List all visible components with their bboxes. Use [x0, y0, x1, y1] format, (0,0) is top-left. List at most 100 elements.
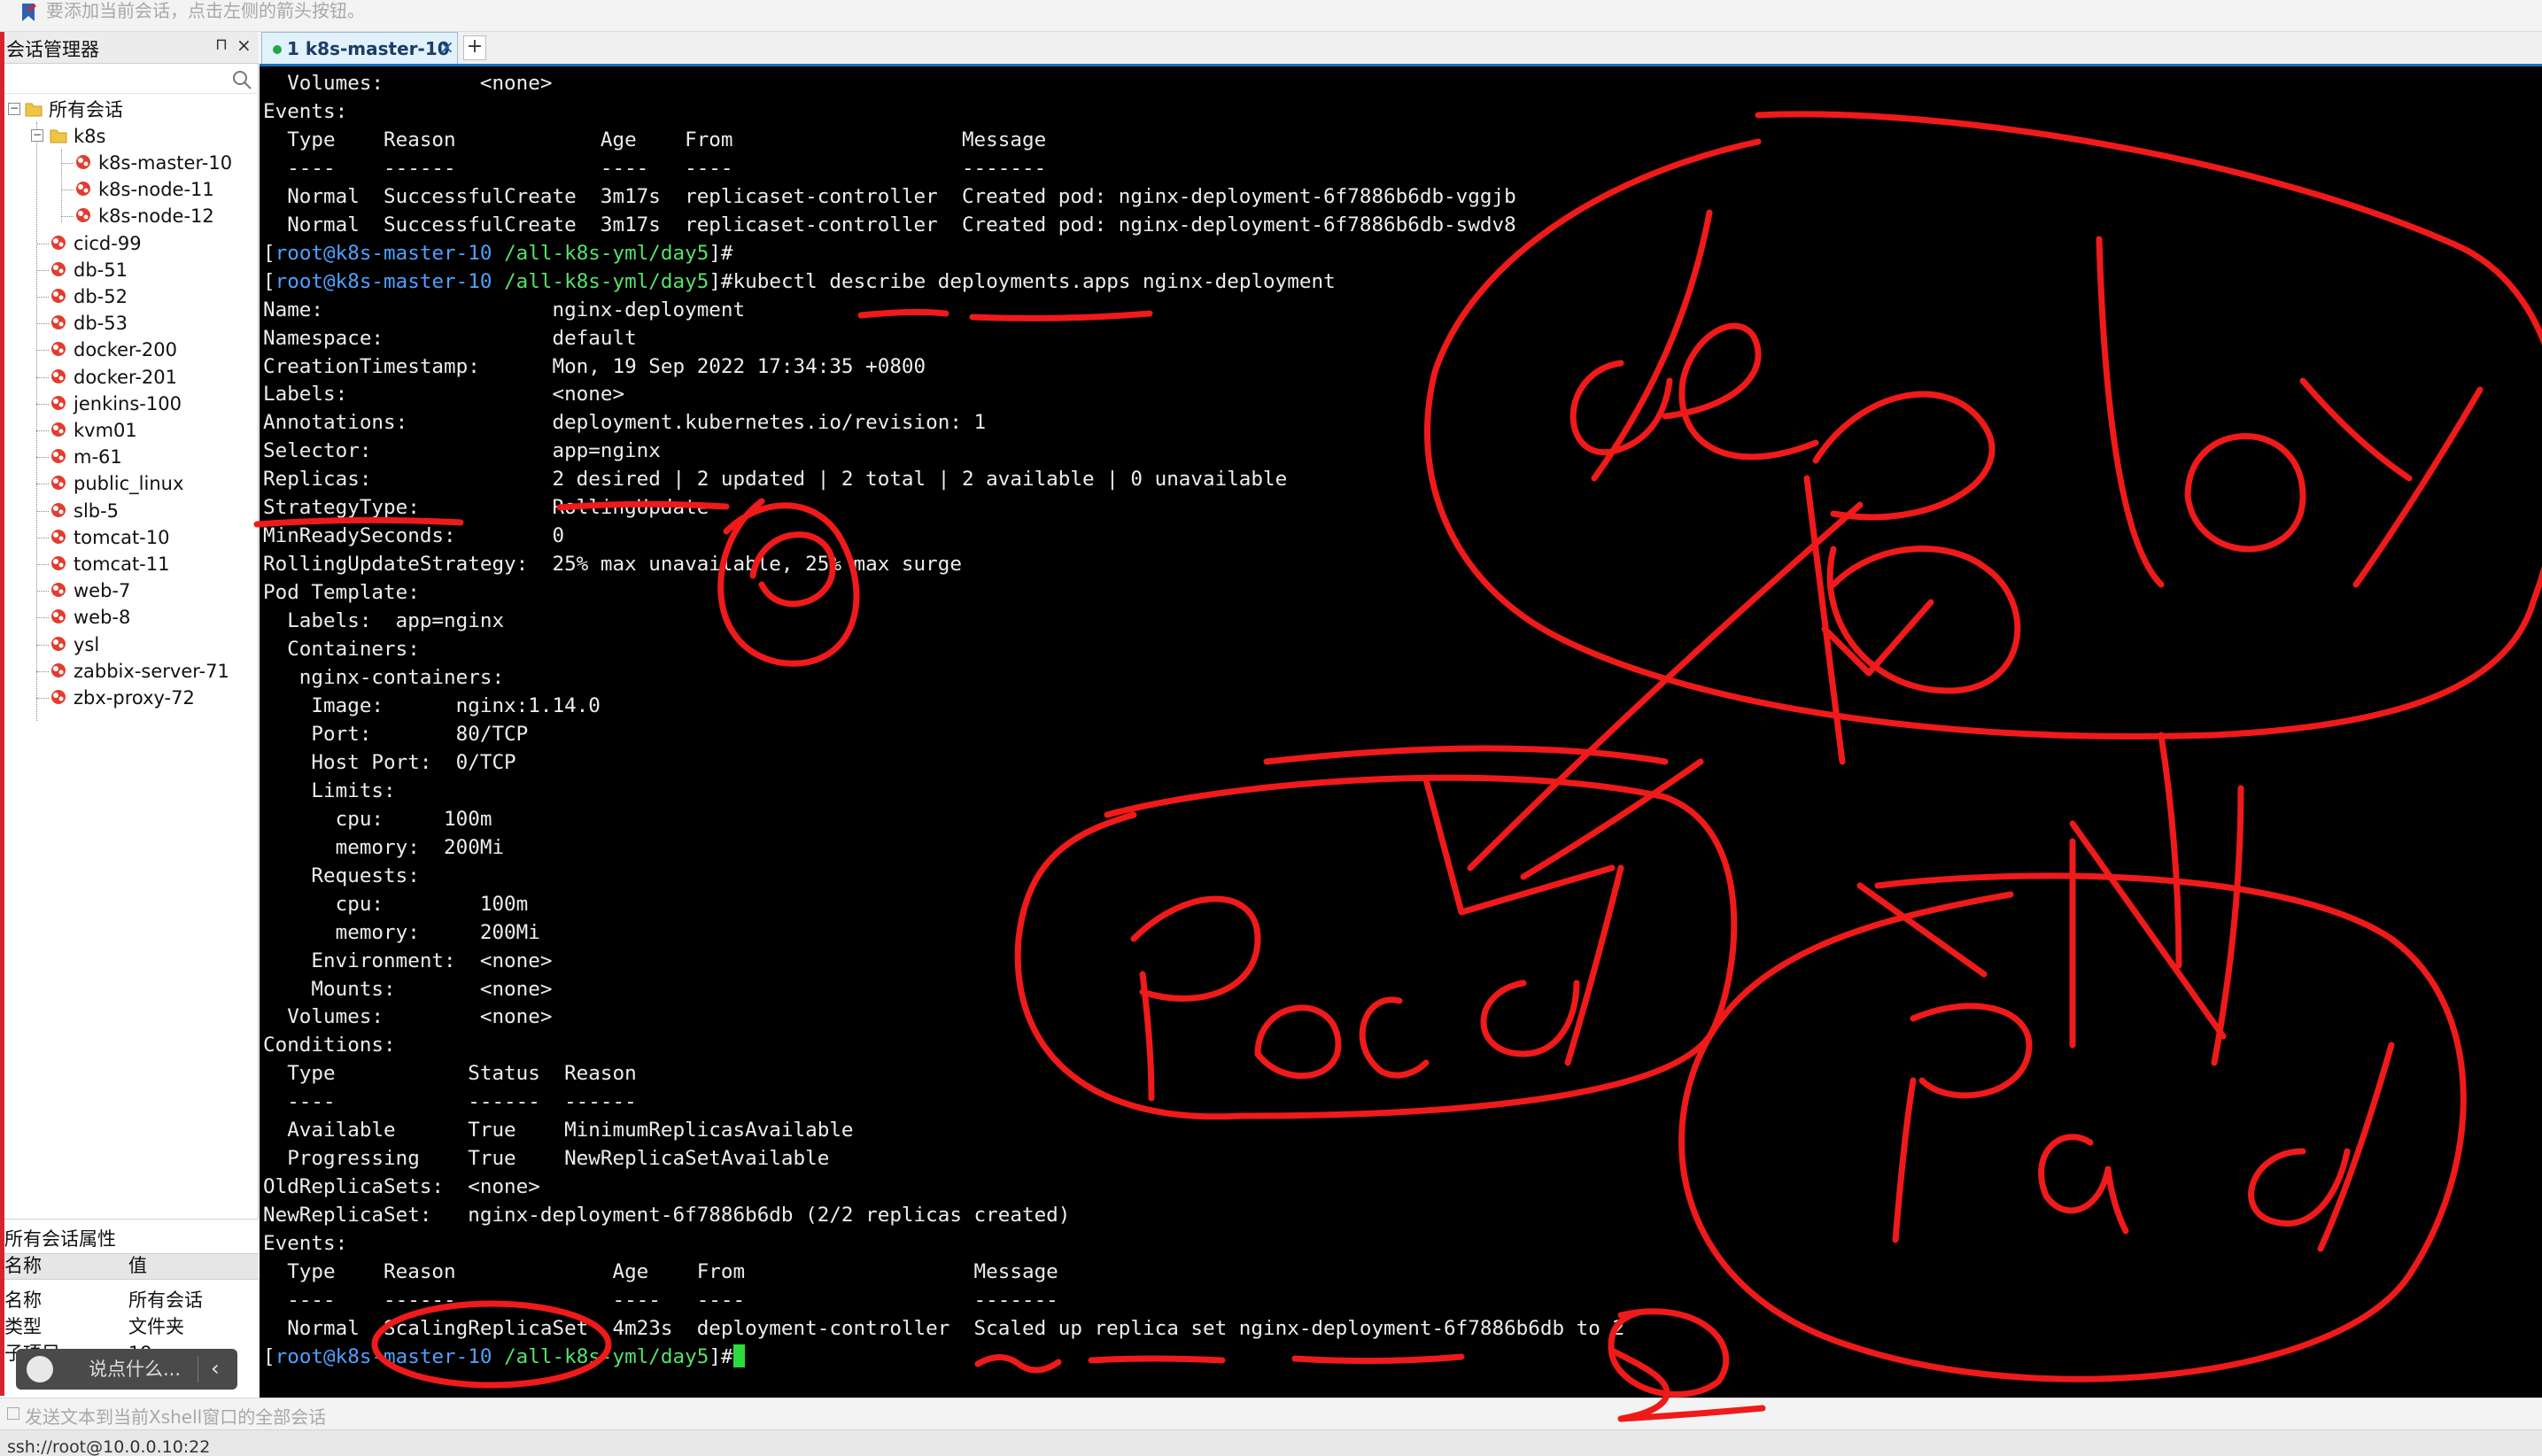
- terminal-line: Events:: [263, 99, 348, 123]
- terminal-line: Name: nginx-deployment: [263, 298, 746, 321]
- tree-guide: [36, 403, 49, 405]
- tree-guide: [36, 698, 49, 699]
- close-tab-icon[interactable]: ×: [439, 36, 454, 58]
- properties-title: 所有会话属性: [4, 1228, 116, 1250]
- tree-session-k8s-master-10[interactable]: k8s-master-10: [74, 150, 232, 176]
- terminal-line: Selector: app=nginx: [263, 439, 661, 463]
- session-tab-bar: 1 k8s-master-10 × +: [260, 32, 2542, 66]
- status-bar: ssh://root@10.0.0.10:22: [0, 1429, 2542, 1456]
- new-tab-button[interactable]: +: [463, 35, 486, 60]
- terminal-line: Labels: app=nginx: [263, 609, 505, 633]
- tree-session-docker-200[interactable]: docker-200: [49, 337, 177, 363]
- terminal-line: CreationTimestamp: Mon, 19 Sep 2022 17:3…: [263, 354, 926, 378]
- tree-session-slb-5[interactable]: slb-5: [49, 498, 119, 524]
- search-icon[interactable]: [231, 69, 252, 90]
- tree-guide: [36, 350, 49, 352]
- tree-session-db-51[interactable]: db-51: [49, 257, 128, 283]
- terminal-line: ---- ------ ---- ---- -------: [263, 156, 1047, 180]
- tree-guide: [36, 617, 49, 619]
- tree-session-cicd-99[interactable]: cicd-99: [49, 230, 142, 257]
- connection-address: ssh://root@10.0.0.10:22: [7, 1437, 211, 1456]
- terminal-view[interactable]: Volumes: <none> Events: Type Reason Age …: [260, 66, 2542, 1398]
- terminal-line: Volumes: <none>: [263, 1005, 553, 1029]
- chat-input-pill[interactable]: 说点什么... ‹: [16, 1349, 237, 1390]
- tree-session-zabbix-server-71[interactable]: zabbix-server-71: [49, 658, 229, 685]
- tree-session-db-52[interactable]: db-52: [49, 283, 128, 310]
- tree-root-all-sessions[interactable]: 所有会话: [24, 97, 123, 123]
- terminal-line: RollingUpdateStrategy: 25% max unavailab…: [263, 553, 962, 577]
- tree-node-label: tomcat-10: [74, 526, 170, 548]
- tree-session-web-8[interactable]: web-8: [49, 604, 130, 631]
- prompt-user: root@k8s-master-10: [275, 269, 492, 293]
- tree-guide: [36, 564, 49, 565]
- notice-text: 要添加当前会话，点击左侧的箭头按钮。: [46, 0, 365, 21]
- tree-guide: [36, 644, 49, 646]
- tree-guide: [36, 297, 49, 298]
- terminal-line: StrategyType: RollingUpdate: [263, 496, 709, 520]
- tree-session-public_linux[interactable]: public_linux: [49, 470, 183, 497]
- tree-node-label: web-8: [74, 607, 131, 629]
- tree-node-label: k8s: [74, 126, 106, 147]
- terminal-line: ---- ------ ---- ---- -------: [263, 1288, 1058, 1312]
- terminal-line: Environment: <none>: [263, 949, 553, 972]
- chevron-left-icon[interactable]: ‹: [211, 1349, 220, 1388]
- terminal-line: Normal SuccessfulCreate 3m17s replicaset…: [263, 213, 1516, 236]
- tree-session-zbx-proxy-72[interactable]: zbx-proxy-72: [49, 685, 195, 711]
- session-search-bar[interactable]: [4, 66, 259, 94]
- tree-session-jenkins-100[interactable]: jenkins-100: [49, 391, 182, 417]
- session-manager-panel: 会话管理器 ⊓ × − 所有会话 − k8s k8s-master-10 k8s-node…: [4, 32, 259, 1396]
- tab-k8s-master-10[interactable]: 1 k8s-master-10 ×: [261, 32, 458, 66]
- collapse-toggle-icon[interactable]: −: [31, 129, 43, 142]
- tree-guide: [36, 323, 49, 325]
- terminal-line: Normal SuccessfulCreate 3m17s replicaset…: [263, 184, 1516, 208]
- connected-status-icon: [273, 45, 282, 54]
- tree-guide: [36, 122, 37, 721]
- collapse-toggle-icon[interactable]: −: [8, 103, 20, 115]
- chat-placeholder: 说点什么...: [89, 1359, 182, 1380]
- tree-node-label: web-7: [74, 580, 131, 602]
- tree-node-label: k8s-master-10: [98, 152, 233, 174]
- tree-node-label: k8s-node-12: [98, 205, 214, 228]
- tree-session-web-7[interactable]: web-7: [49, 577, 130, 604]
- tree-guide: [36, 457, 49, 459]
- terminal-line: Labels: <none>: [263, 383, 625, 407]
- terminal-line: Containers:: [263, 638, 420, 662]
- terminal-line: Events:: [263, 1232, 348, 1256]
- tree-session-tomcat-10[interactable]: tomcat-10: [49, 524, 170, 551]
- property-value: 文件夹: [128, 1316, 184, 1337]
- tree-guide: [61, 216, 74, 218]
- terminal-line: Namespace: default: [263, 326, 637, 350]
- send-to-all-bar[interactable]: 发送文本到当前Xshell窗口的全部会话: [0, 1398, 2542, 1429]
- terminal-line: Mounts: <none>: [263, 977, 553, 1001]
- tree-session-m-61[interactable]: m-61: [49, 444, 122, 470]
- tree-node-label: zbx-proxy-72: [74, 687, 195, 709]
- tree-session-k8s-node-11[interactable]: k8s-node-11: [74, 176, 214, 203]
- tree-guide: [61, 150, 62, 222]
- tree-session-db-53[interactable]: db-53: [49, 310, 128, 337]
- tree-node-label: kvm01: [74, 420, 137, 441]
- terminal-line: memory: 200Mi: [263, 920, 540, 944]
- tree-node-label: db-53: [74, 313, 128, 335]
- send-all-icon[interactable]: [7, 1407, 19, 1420]
- terminal-line: Volumes: <none>: [263, 72, 553, 95]
- terminal-line: Type Reason Age From Message: [263, 1260, 1058, 1284]
- close-panel-icon[interactable]: ×: [236, 35, 252, 56]
- properties-col-value: 值: [128, 1255, 147, 1276]
- tree-session-docker-201[interactable]: docker-201: [49, 364, 177, 391]
- terminal-line: MinReadySeconds: 0: [263, 524, 565, 548]
- terminal-line: Image: nginx:1.14.0: [263, 693, 601, 717]
- terminal-output: Volumes: <none> Events: Type Reason Age …: [263, 72, 1625, 1368]
- tree-guide: [36, 670, 49, 672]
- terminal-line: Type Status Reason: [263, 1062, 637, 1086]
- tree-guide: [36, 269, 49, 271]
- emoji-icon[interactable]: [27, 1356, 53, 1382]
- tree-node-label: 所有会话: [49, 99, 123, 120]
- tree-node-label: slb-5: [74, 500, 120, 522]
- tree-group-k8s[interactable]: k8s: [49, 123, 105, 150]
- prompt-path: /all-k8s-yml/day5: [504, 241, 709, 265]
- tree-session-ysl[interactable]: ysl: [49, 631, 99, 658]
- tree-session-kvm01[interactable]: kvm01: [49, 417, 137, 444]
- pin-panel-icon[interactable]: ⊓: [215, 35, 228, 54]
- tree-session-tomcat-11[interactable]: tomcat-11: [49, 551, 170, 577]
- tree-session-k8s-node-12[interactable]: k8s-node-12: [74, 203, 214, 229]
